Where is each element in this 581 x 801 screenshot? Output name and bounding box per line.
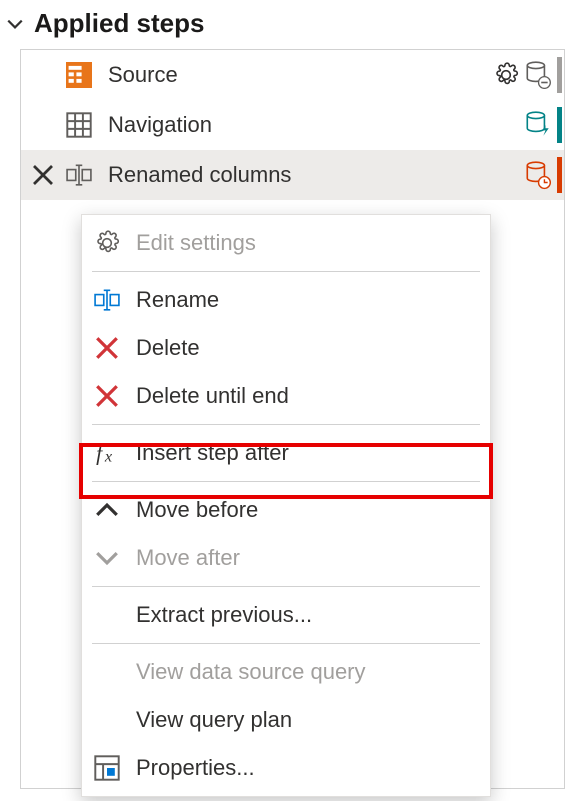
menu-separator bbox=[92, 643, 480, 644]
fx-icon: f x bbox=[94, 440, 120, 466]
menu-label: Rename bbox=[136, 287, 219, 313]
chevron-down-icon bbox=[94, 545, 120, 571]
menu-separator bbox=[92, 271, 480, 272]
svg-text:f: f bbox=[96, 442, 105, 466]
menu-label: Delete until end bbox=[136, 383, 289, 409]
menu-delete[interactable]: Delete bbox=[82, 324, 490, 372]
menu-properties[interactable]: Properties... bbox=[82, 744, 490, 792]
menu-separator bbox=[92, 424, 480, 425]
rename-column-icon bbox=[66, 162, 92, 188]
step-label: Source bbox=[108, 62, 493, 88]
menu-insert-step-after[interactable]: f x Insert step after bbox=[82, 429, 490, 477]
step-label: Renamed columns bbox=[108, 162, 525, 188]
menu-move-before[interactable]: Move before bbox=[82, 486, 490, 534]
menu-label: Move before bbox=[136, 497, 258, 523]
step-row-navigation[interactable]: Navigation bbox=[21, 100, 564, 150]
menu-delete-until-end[interactable]: Delete until end bbox=[82, 372, 490, 420]
step-label: Navigation bbox=[108, 112, 525, 138]
menu-label: Delete bbox=[136, 335, 200, 361]
svg-text:x: x bbox=[104, 448, 113, 466]
menu-label: Extract previous... bbox=[136, 602, 312, 628]
accent-bar bbox=[557, 157, 562, 193]
menu-label: Move after bbox=[136, 545, 240, 571]
accent-bar bbox=[557, 57, 562, 93]
panel-title: Applied steps bbox=[34, 8, 204, 39]
menu-move-after: Move after bbox=[82, 534, 490, 582]
menu-label: View data source query bbox=[136, 659, 366, 685]
gear-icon[interactable] bbox=[493, 62, 519, 88]
delete-step-icon[interactable] bbox=[31, 163, 55, 187]
applied-steps-header[interactable]: Applied steps bbox=[0, 0, 581, 45]
chevron-up-icon bbox=[94, 497, 120, 523]
menu-rename[interactable]: Rename bbox=[82, 276, 490, 324]
menu-view-data-source-query: View data source query bbox=[82, 648, 490, 696]
close-icon bbox=[94, 383, 120, 409]
context-menu: Edit settings Rename Delete Delet bbox=[81, 214, 491, 797]
steps-panel: Source Navigation bbox=[20, 49, 565, 789]
menu-edit-settings: Edit settings bbox=[82, 219, 490, 267]
menu-label: Properties... bbox=[136, 755, 255, 781]
menu-separator bbox=[92, 481, 480, 482]
gear-icon bbox=[94, 230, 120, 256]
menu-label: Edit settings bbox=[136, 230, 256, 256]
database-lightning-icon[interactable] bbox=[525, 110, 551, 140]
database-minus-icon[interactable] bbox=[525, 60, 551, 90]
accent-bar bbox=[557, 107, 562, 143]
menu-extract-previous[interactable]: Extract previous... bbox=[82, 591, 490, 639]
chevron-down-icon bbox=[6, 15, 24, 33]
rename-icon bbox=[94, 287, 120, 313]
close-icon bbox=[94, 335, 120, 361]
menu-separator bbox=[92, 586, 480, 587]
menu-view-query-plan[interactable]: View query plan bbox=[82, 696, 490, 744]
menu-label: Insert step after bbox=[136, 440, 289, 466]
step-row-renamed-columns[interactable]: Renamed columns bbox=[21, 150, 564, 200]
menu-label: View query plan bbox=[136, 707, 292, 733]
table-icon-grey bbox=[66, 112, 92, 138]
step-row-source[interactable]: Source bbox=[21, 50, 564, 100]
properties-icon bbox=[94, 755, 120, 781]
table-icon-orange bbox=[66, 62, 92, 88]
database-clock-icon[interactable] bbox=[525, 160, 551, 190]
